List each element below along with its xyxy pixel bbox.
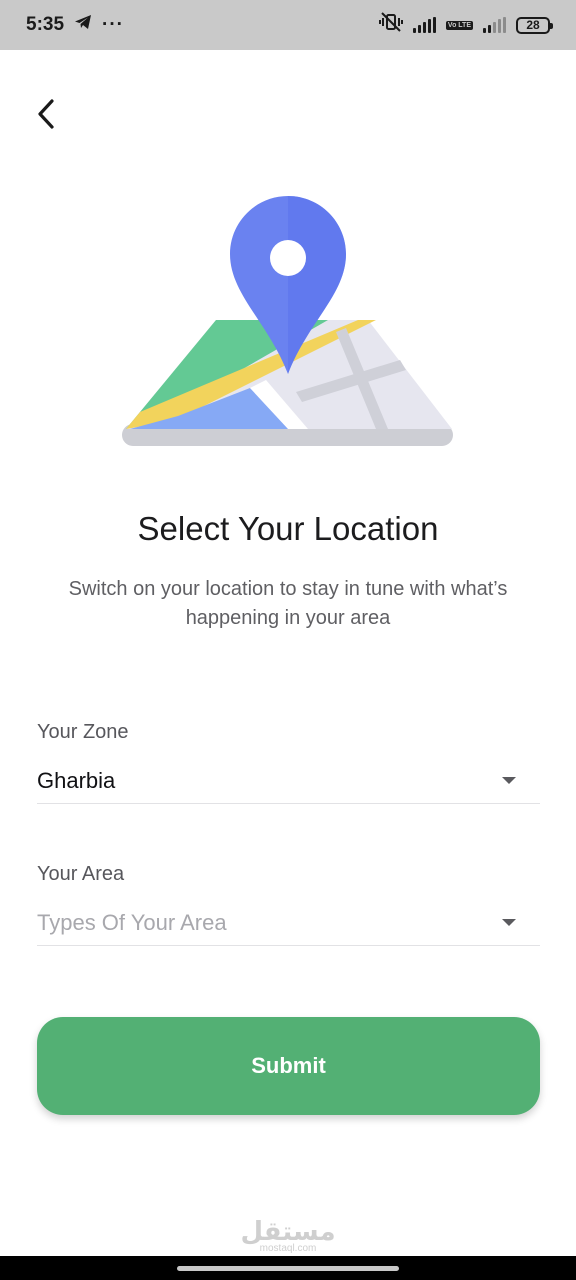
status-bar-right: Vo LTE 28 [378,12,553,38]
status-bar: 5:35 ··· Vo LTE 28 [0,0,576,50]
page-subtitle: Switch on your location to stay in tune … [68,578,508,629]
signal-strength-icon [412,17,436,33]
status-time: 5:35 [26,14,65,35]
map-illustration [122,196,453,446]
signal-strength-secondary-icon [483,17,506,33]
zone-select[interactable]: Gharbia [37,758,540,804]
dropdown-arrow-icon [502,919,516,926]
home-indicator[interactable] [177,1265,399,1271]
page-title: Select Your Location [137,510,439,547]
battery-icon: 28 [516,16,553,34]
telegram-icon [74,14,92,36]
chevron-left-icon [36,98,56,135]
battery-level: 28 [526,18,540,32]
submit-button[interactable]: Submit [37,1017,540,1115]
zone-value: Gharbia [37,767,116,793]
location-illustration [118,192,458,454]
zone-label: Your Zone [37,721,129,743]
status-bar-left: 5:35 ··· [26,14,124,36]
watermark: مستقل mostaql.com [0,1218,576,1254]
watermark-latin: mostaql.com [259,1243,317,1254]
vibrate-off-icon [378,12,403,38]
area-select[interactable]: Types Of Your Area [37,900,540,946]
navigation-bar [0,1256,576,1280]
more-notifications-icon: ··· [102,14,125,35]
watermark-arabic: مستقل [240,1216,336,1246]
area-label: Your Area [37,863,125,885]
area-placeholder: Types Of Your Area [37,909,227,935]
dropdown-arrow-icon [502,777,516,784]
back-button[interactable] [26,94,66,138]
volte-icon: Vo LTE [445,20,473,30]
